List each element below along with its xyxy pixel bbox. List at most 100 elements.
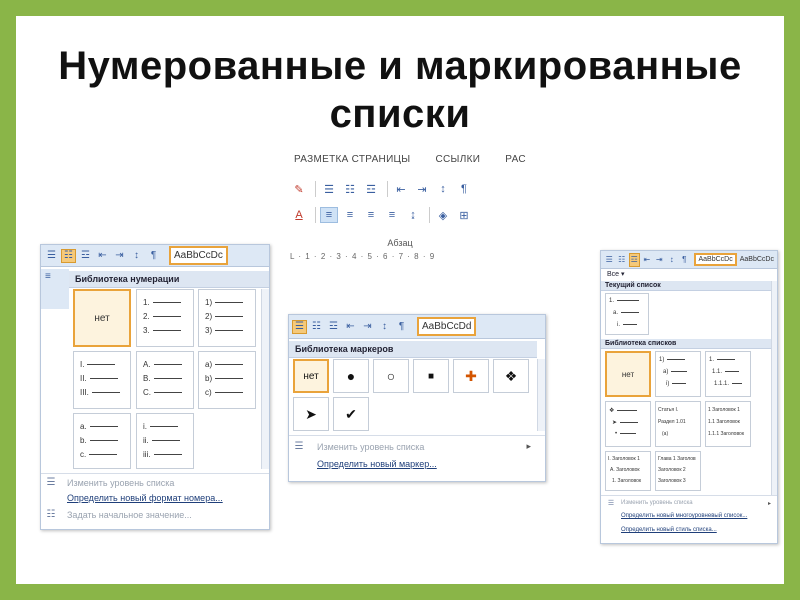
num-item: b. [80, 436, 87, 445]
num-item: 3. [143, 326, 150, 335]
sort-icon[interactable]: ↕ [667, 253, 677, 267]
level-item: a. [613, 310, 619, 316]
borders-icon[interactable]: ⊞ [455, 207, 473, 223]
bullets-icon[interactable]: ☰ [44, 249, 59, 263]
decrease-indent-icon[interactable]: ⇤ [95, 249, 110, 263]
increase-indent-icon[interactable]: ⇥ [413, 181, 431, 197]
scrollbar[interactable] [261, 289, 269, 469]
tab-page-layout[interactable]: РАЗМЕТКА СТРАНИЦЫ [294, 154, 410, 165]
numbering-format-lower-roman[interactable]: i. ii. iii. [136, 413, 194, 469]
multilevel-decimal[interactable]: 1. 1.1. 1.1.1. [705, 351, 751, 397]
bullets-icon[interactable]: ☰ [320, 181, 338, 197]
multilevel-paren[interactable]: 1) a) i) [655, 351, 701, 397]
pilcrow-icon[interactable]: ¶ [146, 249, 161, 263]
tab-references[interactable]: ССЫЛКИ [436, 154, 481, 165]
numbering-icon[interactable]: ☷ [309, 320, 324, 334]
current-list-preview[interactable]: 1. a. i. [605, 293, 649, 335]
shading-icon[interactable]: ◈ [434, 207, 452, 223]
multilevel-symbols[interactable]: ❖ ➤ • [605, 401, 651, 447]
multilevel-heading-chapter[interactable]: Глава 1 Заголов Заголовок 2 Заголовок 3 [655, 451, 701, 491]
multilevel-none[interactable]: нет [605, 351, 651, 397]
level-item: Статья I. [658, 407, 679, 413]
increase-indent-icon[interactable]: ⇥ [360, 320, 375, 334]
num-item: b) [205, 374, 213, 383]
menu-define-number-format[interactable]: Определить новый формат номера... [41, 493, 223, 503]
multilevel-heading-roman[interactable]: I. Заголовок 1 A. Заголовок 1. Заголовок [605, 451, 651, 491]
bullets-icon[interactable]: ☰ [292, 319, 307, 334]
sort-icon[interactable]: ↕ [129, 249, 144, 263]
level-item: A. Заголовок [610, 467, 640, 473]
menu-change-list-level[interactable]: ☰ Изменить уровень списка ▸ [601, 499, 777, 507]
menu-define-list-style[interactable]: Определить новый стиль списка... [601, 527, 717, 533]
menu-change-list-level[interactable]: ☰ Изменить уровень списка [41, 477, 175, 488]
style-preview-2[interactable]: AaBbCcDc [740, 256, 774, 263]
multilevel-list-icon[interactable]: ☲ [628, 252, 640, 267]
numbering-format-upper-alpha[interactable]: A. B. C. [136, 351, 194, 409]
side-toolbar: ≡ [41, 269, 69, 309]
sort-icon[interactable]: ↕ [377, 320, 392, 334]
numbering-format-roman[interactable]: I. II. III. [73, 351, 131, 409]
align-center-icon[interactable]: ≡ [341, 207, 359, 223]
align-left-icon[interactable]: ≡ [320, 207, 338, 223]
bullet-hollow-circle[interactable]: ○ [373, 359, 409, 393]
filter-dropdown[interactable]: Все ▾ [601, 270, 777, 280]
bullet-diamond[interactable]: ❖ [493, 359, 529, 393]
bullets-icon[interactable]: ☰ [604, 253, 614, 267]
decrease-indent-icon[interactable]: ⇤ [642, 253, 652, 267]
decrease-indent-icon[interactable]: ⇤ [392, 181, 410, 197]
list-level-icon: ☰ [294, 441, 304, 452]
style-preview[interactable]: AaBbCcDc [694, 253, 737, 266]
increase-indent-icon[interactable]: ⇥ [112, 249, 127, 263]
justify-icon[interactable]: ≡ [383, 207, 401, 223]
divider [315, 181, 316, 197]
bullet-colored-cross[interactable]: ✚ [453, 359, 489, 393]
bullet-none[interactable]: нет [293, 359, 329, 393]
scrollbar[interactable] [771, 281, 777, 495]
multilevel-heading-decimal[interactable]: 1 Заголовок 1 1.1 Заголовок 1.1.1 Заголо… [705, 401, 751, 447]
num-item: I. [80, 360, 85, 369]
pilcrow-icon[interactable]: ¶ [679, 253, 689, 267]
line-spacing-icon[interactable]: ↨ [404, 207, 422, 223]
numbering-icon[interactable]: ☷ [61, 248, 76, 263]
menu-define-new-bullet[interactable]: Определить новый маркер... [289, 459, 437, 469]
style-preview[interactable]: AaBbCcDd [417, 317, 477, 336]
numbering-format-arabic-dot[interactable]: 1. 2. 3. [136, 289, 194, 347]
sort-icon[interactable]: ↕ [434, 181, 452, 197]
align-right-icon[interactable]: ≡ [362, 207, 380, 223]
bullet-filled-circle[interactable]: ● [333, 359, 369, 393]
numbering-format-arabic-paren[interactable]: 1) 2) 3) [198, 289, 256, 347]
numbering-icon[interactable]: ☷ [341, 181, 359, 197]
numbering-format-lower-alpha-dot[interactable]: a. b. c. [73, 413, 131, 469]
bullet-checkmark[interactable]: ✔ [333, 397, 369, 431]
style-preview[interactable]: AaBbCcDc [169, 246, 228, 265]
font-color-icon[interactable]: A [290, 207, 308, 223]
decrease-indent-icon[interactable]: ⇤ [343, 320, 358, 334]
multilevel-list-icon[interactable]: ☲ [78, 249, 93, 263]
numbering-none[interactable]: нет [73, 289, 131, 347]
multilevel-article-section[interactable]: Статья I. Раздел 1.01 (a) [655, 401, 701, 447]
bullet-arrow[interactable]: ➤ [293, 397, 329, 431]
multilevel-list-icon[interactable]: ☲ [326, 320, 341, 334]
bullet-square[interactable]: ■ [413, 359, 449, 393]
num-item: III. [80, 388, 89, 397]
tab-mailings[interactable]: РАС [505, 154, 526, 165]
align-icon[interactable]: ≡ [41, 269, 69, 284]
filled-circle-icon: ● [346, 368, 356, 384]
numbering-library-header: Библиотека нумерации [69, 271, 269, 288]
menu-set-start-value[interactable]: ☷ Задать начальное значение... [41, 509, 192, 520]
numbering-format-lower-alpha-paren[interactable]: a) b) c) [198, 351, 256, 409]
menu-define-multilevel-list[interactable]: Определить новый многоуровневый список..… [601, 513, 747, 519]
ruler: L · 1 · 2 · 3 · 4 · 5 · 6 · 7 · 8 · 9 [290, 252, 436, 261]
multilevel-list-icon[interactable]: ☲ [362, 181, 380, 197]
pilcrow-icon[interactable]: ¶ [455, 181, 473, 197]
clear-format-icon[interactable]: ✎ [290, 181, 308, 197]
ribbon-paragraph-group: РАЗМЕТКА СТРАНИЦЫ ССЫЛКИ РАС ✎ ☰ ☷ ☲ ⇤ ⇥… [290, 148, 526, 268]
pilcrow-icon[interactable]: ¶ [394, 320, 409, 334]
increase-indent-icon[interactable]: ⇥ [654, 253, 664, 267]
numbering-icon[interactable]: ☷ [616, 253, 626, 267]
menu-change-list-level[interactable]: ☰ Изменить уровень списка ▸ [289, 441, 539, 452]
hollow-circle-icon: ○ [386, 368, 396, 384]
scrollbar[interactable] [537, 359, 545, 431]
level-item: 1. [709, 357, 715, 363]
dot-icon: • [615, 431, 618, 437]
